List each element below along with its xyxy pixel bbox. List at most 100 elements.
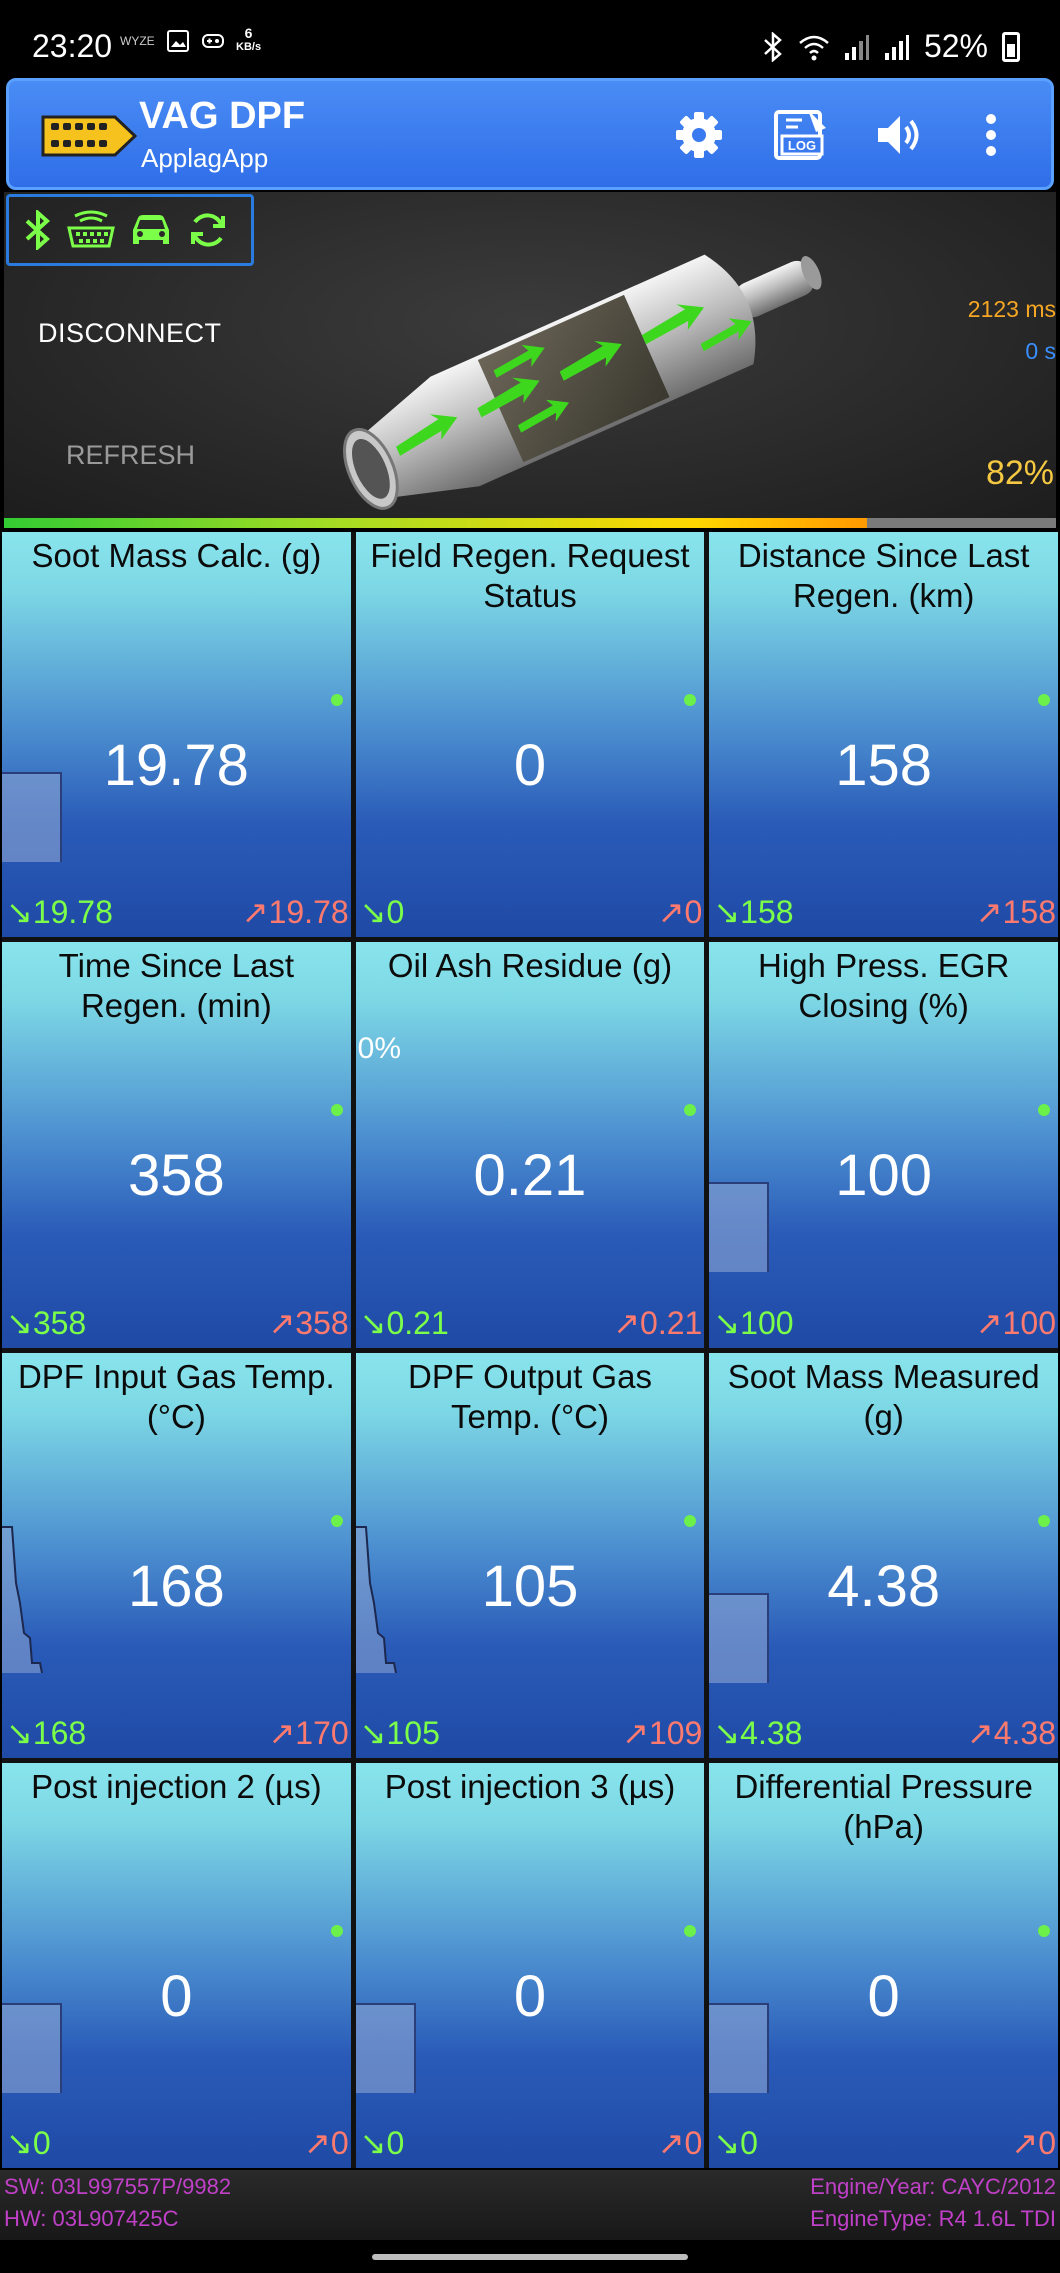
net-speed-unit: KB/s xyxy=(236,41,262,53)
tile-min: ↘0 xyxy=(359,894,405,931)
overflow-menu-button[interactable] xyxy=(971,105,1011,165)
progress-bar-fill xyxy=(4,518,867,528)
tile-min: ↘158 xyxy=(713,894,794,931)
sync-icon xyxy=(191,213,225,247)
net-speed-value: 6 xyxy=(244,25,253,41)
live-indicator-dot xyxy=(1037,1924,1050,1937)
sensor-tile[interactable]: High Press. EGR Closing (%) 100 ↘100 ↗100 xyxy=(709,942,1058,1348)
sensor-tile[interactable]: Post injection 2 (µs) 0 ↘0 ↗0 xyxy=(2,1762,351,2168)
tile-max: ↗0 xyxy=(1011,2125,1056,2161)
tile-title: Post injection 2 (µs) xyxy=(31,1767,322,1805)
live-indicator-dot xyxy=(684,1924,697,1937)
tile-max: ↗4.38 xyxy=(966,1714,1056,1751)
sensor-tile[interactable]: Differential Pressure (hPa) 0 ↘0 ↗0 xyxy=(709,1762,1058,2168)
dpf-filter-illustration xyxy=(343,254,822,510)
tile-max: ↗109 xyxy=(622,1714,703,1751)
sensor-tile[interactable]: Post injection 3 (µs) 0 ↘0 ↗0 xyxy=(355,1762,705,2168)
tile-title: DPF Output Gas Temp. (°C) xyxy=(408,1357,652,1435)
log-button[interactable]: LOG xyxy=(771,105,831,165)
progress-bar xyxy=(4,518,1056,528)
live-indicator-dot xyxy=(330,1104,343,1117)
tile-value: 0.21 xyxy=(473,1143,587,1209)
sensor-tile[interactable]: Field Regen. Request Status 0 ↘0 ↗0 xyxy=(355,532,705,938)
connection-status-icons xyxy=(6,194,254,266)
tile-title: Distance Since Last Regen. (km) xyxy=(737,537,1030,614)
live-indicator-dot xyxy=(684,1104,697,1117)
engine-type: EngineType: R4 1.6L TDI xyxy=(810,2206,1056,2231)
settings-button[interactable] xyxy=(669,105,729,165)
tile-min: ↘19.78 xyxy=(6,894,113,931)
tile-max: ↗0 xyxy=(657,894,703,931)
tile-title: High Press. EGR Closing (%) xyxy=(758,947,1010,1025)
tile-max: ↗158 xyxy=(975,894,1056,931)
tile-min: ↘0 xyxy=(713,2125,758,2161)
wyze-icon: WYZE xyxy=(120,34,155,48)
tile-title: Time Since Last Regen. (min) xyxy=(58,947,295,1025)
bluetooth-icon xyxy=(25,210,50,250)
more-vert-icon xyxy=(986,114,996,156)
obd-connector-logo xyxy=(41,115,138,157)
refresh-button[interactable]: REFRESH xyxy=(66,440,195,471)
tile-min: ↘105 xyxy=(359,1714,440,1751)
app-title: VAG DPF xyxy=(139,95,306,137)
home-gesture-handle[interactable] xyxy=(372,2254,688,2260)
bluetooth-status-icon xyxy=(764,31,782,62)
tile-min: ↘358 xyxy=(6,1304,87,1341)
status-right: 52% xyxy=(762,28,1020,65)
image-icon xyxy=(166,30,189,52)
notification-icons: WYZE xyxy=(120,30,225,52)
app-bar: VAG DPF ApplagApp LOG xyxy=(6,78,1054,190)
ecu-info-footer: SW: 03L997557P/9982 HW: 03L907425C Engin… xyxy=(0,2170,1060,2240)
connection-panel: DISCONNECT REFRESH 2123 ms 0 s 82% xyxy=(4,192,1056,518)
tile-min: ↘0 xyxy=(6,2125,51,2161)
tile-title: Soot Mass Measured (g) xyxy=(727,1357,1040,1435)
gamepad-icon xyxy=(201,34,224,48)
signal-icon-1 xyxy=(844,34,869,60)
tile-min: ↘168 xyxy=(6,1714,87,1751)
tile-value: 19.78 xyxy=(103,733,249,798)
tile-value: 4.38 xyxy=(827,1553,941,1619)
sensor-tile[interactable]: Oil Ash Residue (g) 0% 0.21 ↘0.21 ↗0.21 xyxy=(355,942,705,1348)
live-indicator-dot xyxy=(1037,1104,1050,1117)
log-icon-label: LOG xyxy=(788,138,816,153)
tile-value: 168 xyxy=(127,1553,225,1619)
tile-max: ↗19.78 xyxy=(241,894,349,931)
sensor-tile[interactable]: Soot Mass Calc. (g) 19.78 ↘19.78 ↗19.78 xyxy=(2,532,351,938)
gear-icon xyxy=(676,112,722,158)
tile-title: Oil Ash Residue (g) xyxy=(387,947,673,985)
tile-max: ↗0 xyxy=(657,2125,703,2161)
sensor-tile[interactable]: DPF Input Gas Temp. (°C) 168 ↘168 ↗170 xyxy=(2,1352,351,1758)
sensor-tile[interactable]: DPF Output Gas Temp. (°C) 105 ↘105 ↗109 xyxy=(355,1352,705,1758)
tile-value: 0 xyxy=(160,1963,193,2029)
app-subtitle: ApplagApp xyxy=(141,143,269,173)
tile-value: 100 xyxy=(835,1143,933,1209)
tile-value: 0 xyxy=(513,1963,547,2029)
sensor-tile[interactable]: Soot Mass Measured (g) 4.38 ↘4.38 ↗4.38 xyxy=(709,1352,1058,1758)
tile-value: 158 xyxy=(835,733,933,798)
battery-icon xyxy=(1002,31,1020,62)
tile-max: ↗0.21 xyxy=(613,1304,703,1341)
tile-max: ↗170 xyxy=(268,1714,349,1751)
tile-min: ↘100 xyxy=(713,1304,794,1341)
navigation-bar xyxy=(0,2240,1060,2273)
battery-percent: 52% xyxy=(923,28,988,64)
tile-min: ↘0 xyxy=(359,2125,405,2161)
live-indicator-dot xyxy=(330,1514,343,1527)
tile-title: Post injection 3 (µs) xyxy=(384,1767,676,1805)
tile-min: ↘4.38 xyxy=(713,1714,803,1751)
sensor-tile[interactable]: Time Since Last Regen. (min) 358 ↘358 ↗358 xyxy=(2,942,351,1348)
sound-button[interactable] xyxy=(867,105,927,165)
car-icon xyxy=(133,215,169,244)
tile-min: ↘0.21 xyxy=(359,1304,449,1341)
net-speed: 6 KB/s xyxy=(236,26,261,54)
live-indicator-dot xyxy=(330,694,343,706)
live-indicator-dot xyxy=(1037,694,1050,706)
disconnect-button[interactable]: DISCONNECT xyxy=(38,318,222,349)
tile-max: ↗358 xyxy=(268,1304,349,1341)
engine-year: Engine/Year: CAYC/2012 xyxy=(810,2174,1056,2199)
sensor-tile[interactable]: Distance Since Last Regen. (km) 158 ↘158 ↗1… xyxy=(709,532,1058,938)
obd-adapter-icon xyxy=(67,210,115,248)
sw-version: SW: 03L997557P/9982 xyxy=(4,2174,232,2199)
elapsed-readout: 0 s xyxy=(1025,338,1056,364)
status-time: 23:20 xyxy=(32,28,113,64)
